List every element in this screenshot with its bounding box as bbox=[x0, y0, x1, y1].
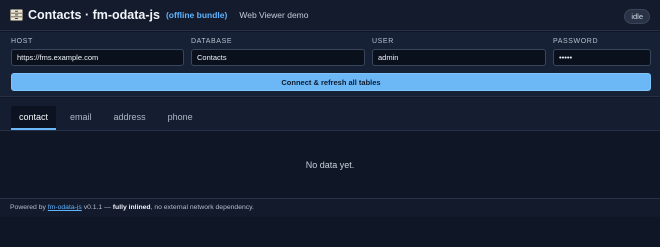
tab-phone[interactable]: phone bbox=[160, 106, 201, 130]
cabinet-icon bbox=[10, 9, 23, 21]
page-background bbox=[0, 217, 660, 247]
user-label: USER bbox=[372, 38, 394, 45]
tab-address[interactable]: address bbox=[106, 106, 154, 130]
password-field: PASSWORD bbox=[553, 38, 651, 66]
footer: Powered by fm-odata-js v0.1.1 — fully in… bbox=[0, 198, 660, 217]
user-field: USER bbox=[372, 38, 546, 66]
database-field: DATABASE bbox=[191, 38, 365, 66]
user-input[interactable] bbox=[372, 49, 546, 66]
status-badge: idle bbox=[624, 9, 650, 24]
footer-suffix: , no external network dependency. bbox=[150, 204, 254, 211]
password-label: PASSWORD bbox=[553, 38, 599, 45]
database-label: DATABASE bbox=[191, 38, 233, 45]
database-input[interactable] bbox=[191, 49, 365, 66]
tab-contact[interactable]: contact bbox=[11, 106, 57, 130]
table-tabs: contact email address phone bbox=[0, 98, 660, 131]
app-header: Contacts · fm-odata-js (offline bundle) … bbox=[0, 0, 660, 31]
fm-odata-js-link[interactable]: fm-odata-js bbox=[48, 204, 82, 211]
connection-form: HOST DATABASE USER PASSWORD Connect & re… bbox=[0, 32, 660, 97]
empty-state-message: No data yet. bbox=[305, 160, 355, 170]
host-label: HOST bbox=[11, 38, 33, 45]
host-input[interactable] bbox=[11, 49, 184, 66]
table-content: No data yet. bbox=[0, 132, 660, 198]
footer-version: v0.1.1 — bbox=[83, 204, 111, 211]
app-title: Contacts · fm-odata-js bbox=[28, 8, 160, 22]
tab-email[interactable]: email bbox=[62, 106, 100, 130]
header-subtitle: Web Viewer demo bbox=[239, 10, 309, 20]
bundle-tag: (offline bundle) bbox=[165, 10, 228, 20]
footer-bold: fully inlined bbox=[112, 204, 151, 211]
password-input[interactable] bbox=[553, 49, 651, 66]
host-field: HOST bbox=[11, 38, 184, 66]
footer-prefix: Powered by bbox=[10, 204, 46, 211]
connect-refresh-button[interactable]: Connect & refresh all tables bbox=[11, 73, 651, 91]
